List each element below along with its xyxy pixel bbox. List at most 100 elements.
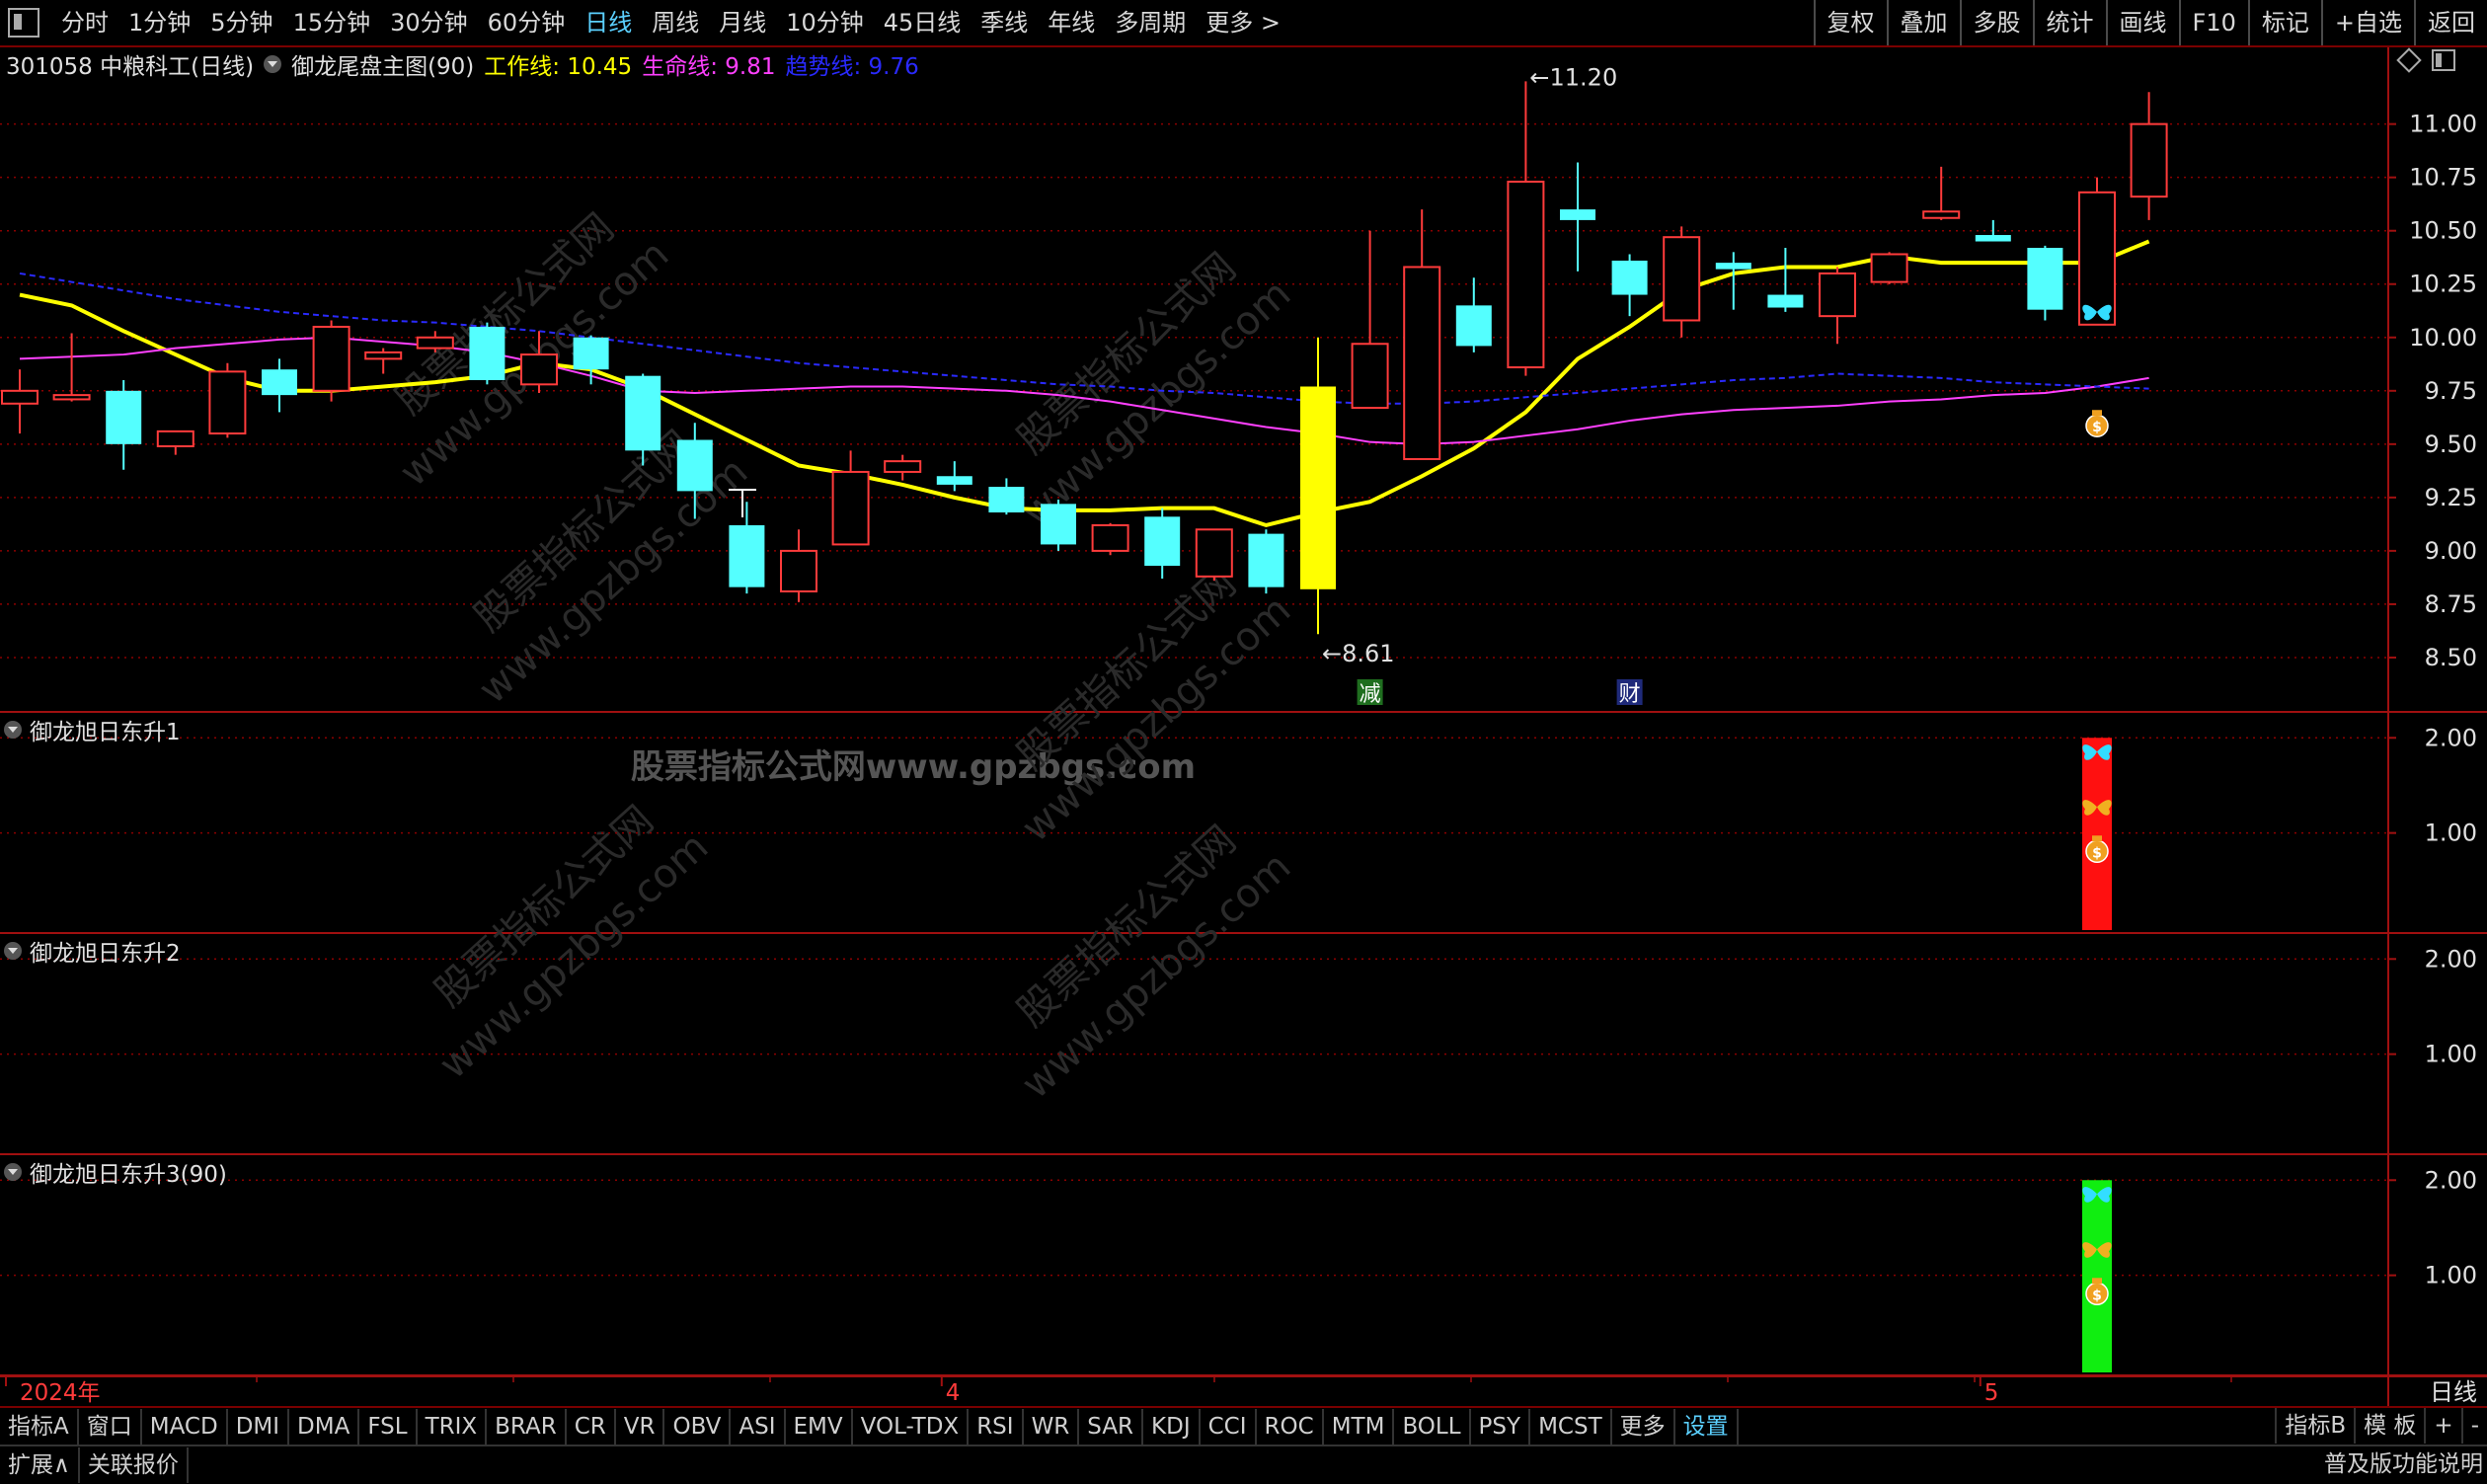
- indicator-tab[interactable]: BRAR: [487, 1409, 567, 1445]
- price-tick-label: 11.00: [2409, 111, 2477, 138]
- indicator-tab[interactable]: CR: [567, 1409, 616, 1445]
- candle-body-up: [364, 351, 403, 360]
- price-tick-label: 8.50: [2425, 644, 2477, 671]
- period-tab[interactable]: 季线: [971, 0, 1038, 45]
- candle-body-down: [1144, 516, 1181, 567]
- panel1-title[interactable]: 御龙旭日东升1: [4, 713, 181, 746]
- candle-body-up: [312, 325, 350, 392]
- toolbar-button[interactable]: 多股: [1959, 0, 2033, 45]
- candle-body-up: [1870, 253, 1908, 283]
- candle-body-down: [1041, 504, 1076, 545]
- indicator-right-button[interactable]: -: [2460, 1408, 2487, 1444]
- indicator-tab[interactable]: 更多: [1612, 1409, 1675, 1445]
- indicator-tab[interactable]: TRIX: [418, 1409, 488, 1445]
- indicator-tab[interactable]: ASI: [731, 1409, 786, 1445]
- price-tick-label: 9.25: [2425, 484, 2477, 511]
- indicator-tab[interactable]: DMI: [228, 1409, 290, 1445]
- period-tab[interactable]: 30分钟: [380, 0, 478, 45]
- indicator-tab[interactable]: FSL: [359, 1409, 418, 1445]
- period-tab[interactable]: 月线: [709, 0, 776, 45]
- candle-body-down: [676, 439, 713, 492]
- toolbar-button[interactable]: 统计: [2032, 0, 2106, 45]
- period-tab[interactable]: 年线: [1038, 0, 1105, 45]
- toolbar-button[interactable]: +自选: [2320, 0, 2414, 45]
- period-tab[interactable]: 15分钟: [283, 0, 381, 45]
- min-price-label: ←8.61: [1322, 640, 1395, 667]
- period-tab[interactable]: 多周期: [1105, 0, 1196, 45]
- panel1-dropdown-icon[interactable]: [4, 721, 22, 739]
- candle-body-up: [2078, 191, 2116, 326]
- period-tab[interactable]: 60分钟: [478, 0, 576, 45]
- indicator-tab[interactable]: OBV: [664, 1409, 732, 1445]
- sub-signal-bar: [2082, 738, 2112, 930]
- event-marker-text: 财: [1619, 682, 1641, 707]
- period-toolbar: 分时 1分钟 5分钟 15分钟 30分钟 60分钟 日线 周线 月线 10分钟 45日线 季线 年线 多周…: [0, 0, 2487, 47]
- kline-chart[interactable]: 11.00 10.75 10.50 10.25 10.00 9.75 9.50 9.25 9.0…: [0, 47, 2487, 1406]
- period-tab[interactable]: 1分钟: [118, 0, 200, 45]
- indicator-tab[interactable]: PSY: [1471, 1409, 1531, 1445]
- candle-body-up: [2130, 122, 2168, 198]
- period-tab[interactable]: 更多 >: [1196, 0, 1290, 45]
- indicator-tab[interactable]: CCI: [1201, 1409, 1257, 1445]
- indicator-tab[interactable]: 指标A: [0, 1409, 79, 1445]
- toolbar-button[interactable]: 复权: [1813, 0, 1887, 45]
- panel3-dropdown-icon[interactable]: [4, 1163, 22, 1181]
- panel2-title-text: 御龙旭日东升2: [30, 941, 181, 967]
- indicator-tab[interactable]: MACD: [142, 1409, 228, 1445]
- panel3-title-text: 御龙旭日东升3(90): [30, 1162, 227, 1188]
- period-tab[interactable]: 分时: [51, 0, 118, 45]
- period-tab[interactable]: 10分钟: [776, 0, 874, 45]
- candle-body-up: [1091, 523, 1129, 552]
- period-tab[interactable]: 周线: [642, 0, 709, 45]
- panel2-title[interactable]: 御龙旭日东升2: [4, 934, 181, 968]
- toolbar-button[interactable]: 叠加: [1886, 0, 1960, 45]
- indicator-tab[interactable]: MTM: [1324, 1409, 1395, 1445]
- toolbar-button[interactable]: 画线: [2105, 0, 2179, 45]
- candle-body-up: [780, 549, 817, 592]
- indicator-tab[interactable]: VR: [616, 1409, 665, 1445]
- candle-body-down: [1767, 294, 1804, 308]
- candle-body-down: [106, 390, 142, 444]
- candle-body-up: [1195, 528, 1233, 578]
- candle-body-down: [2027, 248, 2063, 310]
- indicator-right-button[interactable]: +: [2424, 1408, 2460, 1444]
- indicator-tab[interactable]: WR: [1024, 1409, 1080, 1445]
- price-tick-label: 9.75: [2425, 377, 2477, 405]
- linked-quote-button[interactable]: 关联报价: [80, 1447, 189, 1483]
- toolbar-button[interactable]: F10: [2178, 0, 2248, 45]
- indicator-tab[interactable]: DMA: [289, 1409, 360, 1445]
- window-toggle-icon[interactable]: [8, 8, 39, 38]
- expand-button[interactable]: 扩展∧: [0, 1447, 80, 1483]
- toolbar-button[interactable]: 标记: [2247, 0, 2321, 45]
- version-info-link[interactable]: 普及版功能说明: [2324, 1446, 2483, 1482]
- panel2-dropdown-icon[interactable]: [4, 942, 22, 960]
- indicator-tab[interactable]: SAR: [1079, 1409, 1144, 1445]
- indicator-tab[interactable]: RSI: [969, 1409, 1024, 1445]
- toolbar-button[interactable]: 返回: [2414, 0, 2487, 45]
- candle-body-up: [208, 370, 247, 435]
- sub-tick-label: 2.00: [2425, 1166, 2477, 1194]
- x-axis-label: 4: [946, 1380, 961, 1406]
- panel3-title[interactable]: 御龙旭日东升3(90): [4, 1155, 227, 1189]
- period-label: 日线: [2430, 1378, 2477, 1406]
- money-bag-icon-symbol: $: [2092, 845, 2102, 861]
- indicator-tab[interactable]: BOLL: [1394, 1409, 1471, 1445]
- period-tab[interactable]: 日线: [575, 0, 642, 45]
- period-tab[interactable]: 5分钟: [200, 0, 282, 45]
- price-tick-label: 10.25: [2409, 271, 2477, 298]
- indicator-tab[interactable]: 设置: [1675, 1409, 1739, 1445]
- period-tab[interactable]: 45日线: [874, 0, 971, 45]
- candle-body-up: [1507, 181, 1545, 369]
- indicator-tab[interactable]: VOL-TDX: [853, 1409, 970, 1445]
- candle-body-up: [416, 336, 454, 350]
- price-tick-label: 10.75: [2409, 164, 2477, 192]
- candle-body-down: [625, 375, 661, 451]
- indicator-right-button[interactable]: 指标B: [2275, 1408, 2354, 1444]
- indicator-tab[interactable]: EMV: [786, 1409, 853, 1445]
- indicator-tab[interactable]: ROC: [1257, 1409, 1324, 1445]
- indicator-right-button[interactable]: 模 板: [2354, 1408, 2424, 1444]
- indicator-tab[interactable]: 窗口: [79, 1409, 142, 1445]
- indicator-tab[interactable]: MCST: [1530, 1409, 1612, 1445]
- indicator-tab[interactable]: KDJ: [1143, 1409, 1201, 1445]
- sub-signal-bar: [2082, 1180, 2112, 1372]
